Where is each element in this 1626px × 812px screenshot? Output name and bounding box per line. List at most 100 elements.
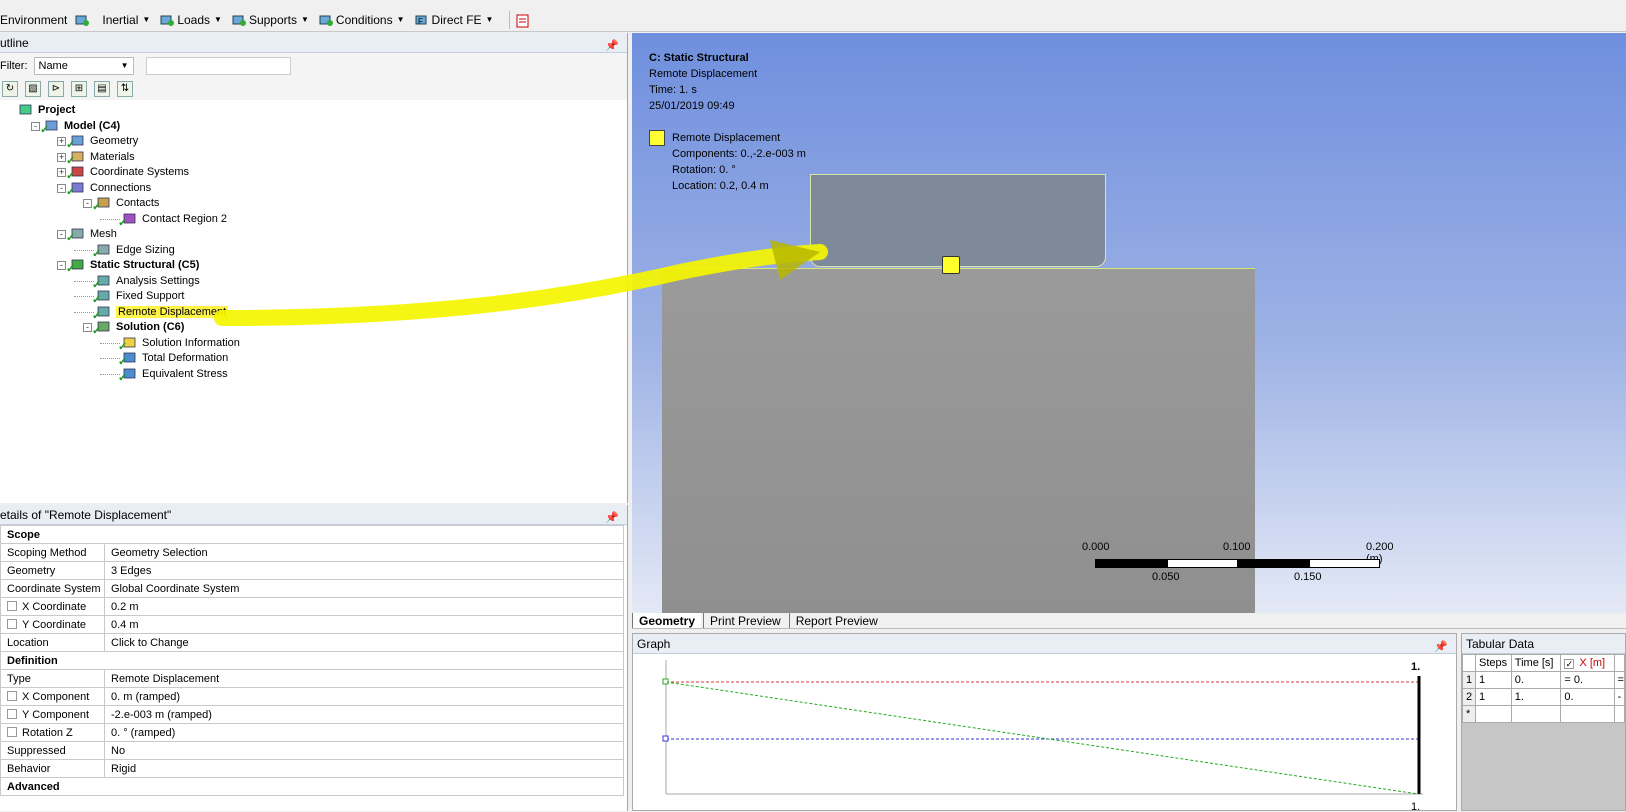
parameter-checkbox[interactable] — [7, 708, 17, 719]
details-row[interactable]: Suppressed No — [0, 741, 624, 760]
tree-node[interactable]: ✓ Total Deformation — [118, 350, 228, 368]
table-cell[interactable]: 0. — [1510, 671, 1562, 689]
table-cell[interactable]: = 0. — [1560, 671, 1615, 689]
details-value[interactable]: 0.2 m — [104, 597, 624, 616]
upper-body[interactable] — [810, 174, 1106, 267]
remote-point-marker[interactable] — [942, 256, 960, 274]
details-section-header[interactable]: Scope — [0, 525, 624, 544]
details-value[interactable]: Remote Displacement — [104, 669, 624, 688]
tree-node[interactable]: ✓ Materials — [66, 149, 135, 167]
expand-icon[interactable]: + — [57, 137, 66, 146]
table-cell[interactable]: = — [1613, 671, 1626, 689]
details-row[interactable]: Behavior Rigid — [0, 759, 624, 778]
environment-menu[interactable]: Environment — [0, 13, 92, 27]
graphics-viewport[interactable]: C: Static Structural Remote Displacement… — [632, 33, 1626, 613]
details-value[interactable]: 0.4 m — [104, 615, 624, 634]
checkbox-checked-icon[interactable]: ✓ — [1564, 659, 1575, 669]
details-row[interactable]: Geometry 3 Edges — [0, 561, 624, 580]
details-row[interactable]: X Coordinate 0.2 m — [0, 597, 624, 616]
tree-node[interactable]: ✓ Analysis Settings — [92, 273, 200, 291]
parameter-checkbox[interactable] — [7, 726, 17, 737]
collapse-icon[interactable]: - — [57, 261, 66, 270]
details-value[interactable]: 3 Edges — [104, 561, 624, 580]
details-row[interactable]: Rotation Z 0. ° (ramped) — [0, 723, 624, 742]
table-cell[interactable]: 1 — [1475, 688, 1512, 706]
loads-menu[interactable]: Loads ▼ — [160, 13, 222, 27]
table-cell[interactable] — [1510, 705, 1562, 723]
details-row[interactable]: Y Component -2.e-003 m (ramped) — [0, 705, 624, 724]
tab-report-preview[interactable]: Report Preview — [788, 613, 884, 628]
details-row[interactable]: X Component 0. m (ramped) — [0, 687, 624, 706]
tree-node[interactable]: ✓ Static Structural (C5) — [66, 257, 199, 275]
collapse-icon[interactable]: - — [57, 230, 66, 239]
details-value[interactable]: No — [104, 741, 624, 760]
tree-node[interactable]: ✓ Solution (C6) — [92, 319, 184, 337]
details-row[interactable]: Y Coordinate 0.4 m — [0, 615, 624, 634]
details-row[interactable]: Coordinate System Global Coordinate Syste… — [0, 579, 624, 598]
table-row[interactable]: * — [1461, 705, 1626, 723]
tree-node[interactable]: ✓ Coordinate Systems — [66, 164, 189, 182]
table-cell[interactable]: 1 — [1475, 671, 1512, 689]
table-header-x[interactable]: ✓ X [m] — [1560, 654, 1615, 672]
details-section-header[interactable]: Advanced — [0, 777, 624, 796]
collapse-icon[interactable]: - — [31, 121, 40, 131]
show-mesh-icon[interactable]: ▧ — [25, 81, 41, 97]
expand-all-icon[interactable]: ⊞ — [71, 81, 87, 97]
inertial-menu[interactable]: Inertial ▼ — [102, 13, 150, 27]
tree-node[interactable]: ✓ Contact Region 2 — [118, 211, 227, 229]
tab-geometry[interactable]: Geometry — [632, 613, 702, 628]
details-row[interactable]: Type Remote Displacement — [0, 669, 624, 688]
filter-input[interactable] — [145, 56, 291, 75]
filter-select[interactable]: Name ▼ — [33, 56, 134, 75]
tree-node[interactable]: ✓ Solution Information — [118, 335, 240, 353]
tree-node[interactable]: ✓ Mesh — [66, 226, 117, 244]
table-row[interactable]: 1 1 0. = 0. = — [1461, 671, 1626, 689]
details-value[interactable]: 0. m (ramped) — [104, 687, 624, 706]
table-cell[interactable] — [1613, 705, 1626, 723]
details-value[interactable]: Rigid — [104, 759, 624, 778]
table-cell[interactable] — [1560, 705, 1615, 723]
pin-icon[interactable]: 📌 — [605, 36, 619, 56]
details-row[interactable]: Scoping Method Geometry Selection — [0, 543, 624, 562]
supports-menu[interactable]: Supports ▼ — [232, 13, 309, 27]
parameter-checkbox[interactable] — [7, 618, 17, 629]
collapse-tree-icon[interactable]: ⊳ — [48, 81, 64, 97]
details-section-header[interactable]: Definition — [0, 651, 624, 670]
parameter-checkbox[interactable] — [7, 600, 17, 611]
tree-node[interactable]: ✓ Fixed Support — [92, 288, 184, 306]
tree-node[interactable]: ✓ Geometry — [66, 133, 138, 151]
tree-node[interactable]: ✓ Contacts — [92, 195, 159, 213]
table-cell[interactable]: 0. — [1560, 688, 1615, 706]
collapse-icon[interactable]: - — [57, 183, 66, 193]
tree-node[interactable]: ✓ Model (C4) — [40, 118, 120, 136]
parameter-checkbox[interactable] — [7, 690, 17, 701]
details-value[interactable]: Click to Change — [104, 633, 624, 652]
tree-node[interactable]: Project — [18, 102, 75, 118]
collapse-icon[interactable]: - — [83, 199, 92, 208]
sort-az-icon[interactable]: ⇅ — [117, 81, 133, 97]
tree-node[interactable]: ✓ Remote Displacement — [92, 304, 229, 322]
expand-icon[interactable]: + — [57, 152, 66, 162]
graph-title-bar: Graph 📌 — [633, 634, 1456, 654]
folder-icon[interactable]: ▤ — [94, 81, 110, 97]
expand-icon[interactable]: + — [57, 168, 66, 177]
table-cell[interactable]: 1. — [1510, 688, 1562, 706]
table-cell[interactable]: - — [1613, 688, 1626, 706]
details-value[interactable]: Global Coordinate System — [104, 579, 624, 598]
details-value[interactable]: 0. ° (ramped) — [104, 723, 624, 742]
pin-icon[interactable]: 📌 — [605, 508, 619, 528]
table-row[interactable]: 2 1 1. 0. - — [1461, 688, 1626, 706]
table-cell[interactable] — [1475, 705, 1512, 723]
collapse-icon[interactable]: - — [83, 323, 92, 332]
details-row[interactable]: Location Click to Change — [0, 633, 624, 652]
details-value[interactable]: Geometry Selection — [104, 543, 624, 562]
refresh-icon[interactable]: ↻ — [2, 81, 18, 97]
conditions-menu[interactable]: Conditions ▼ — [319, 13, 405, 27]
tab-print-preview[interactable]: Print Preview — [703, 613, 787, 628]
tree-node[interactable]: ✓ Equivalent Stress — [118, 366, 228, 384]
direct-fe-menu[interactable]: F Direct FE ▼ — [415, 13, 493, 27]
commands-icon[interactable] — [516, 14, 530, 27]
tree-node[interactable]: ✓ Edge Sizing — [92, 242, 175, 260]
details-value[interactable]: -2.e-003 m (ramped) — [104, 705, 624, 724]
tree-node[interactable]: ✓ Connections — [66, 180, 151, 198]
